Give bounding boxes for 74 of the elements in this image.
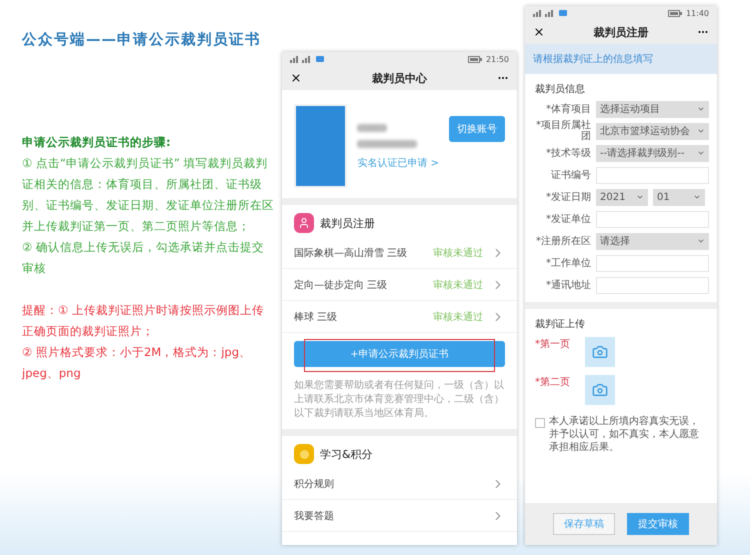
select-field[interactable]: 01	[653, 188, 705, 206]
field-label: *发证单位	[545, 214, 591, 224]
battery-icon	[668, 10, 682, 16]
section-title: 学习&积分	[320, 446, 373, 462]
battery-icon	[468, 56, 482, 62]
reminder-text: 提醒：① 上传裁判证照片时请按照示例图上传正确页面的裁判证照片；	[22, 302, 265, 340]
page-title: 裁判员中心	[372, 70, 427, 86]
switch-account-button[interactable]: 切换账号	[449, 116, 505, 142]
upload-label: *第一页	[535, 338, 571, 352]
help-note: 如果您需要帮助或者有任何疑问，一级（含）以上请联系北京市体育竞赛管理中心，二级（含）以下裁判请联系当地区体育局。	[293, 378, 505, 421]
blurred-name	[357, 124, 388, 132]
step-text: ① 点击“申请公示裁判员证书” 填写裁判员裁判证相关的信息：体育项目、所属社团、证书级别、证书编号、发证日期、发证单位注册所在区并上传裁判证第一页、第二页照片等信息；	[22, 155, 274, 235]
status-time: 11:40	[686, 8, 709, 18]
chevron-down-icon	[697, 149, 705, 157]
review-status: 审核未通过	[433, 278, 483, 292]
input-field[interactable]	[596, 210, 709, 228]
select-field[interactable]: 选择运动项目	[596, 100, 709, 118]
field-label: 证书编号	[550, 170, 591, 180]
menu-row[interactable]: 积分规则	[282, 468, 517, 500]
step-text: ② 确认信息上传无误后，勾选承诺并点击提交审核	[22, 239, 265, 277]
sport-level: 定向—徒步定向 三级	[294, 278, 388, 292]
info-banner: 请根据裁判证上的信息填写	[525, 44, 717, 74]
select-field[interactable]: --请选择裁判级别--	[596, 144, 709, 162]
checkbox[interactable]	[535, 418, 545, 428]
close-icon[interactable]	[533, 26, 545, 38]
section-title: 裁判证上传	[534, 318, 586, 332]
upload-label: *第二页	[535, 376, 571, 390]
field-label: *项目所属社团	[535, 120, 591, 142]
verification-link[interactable]: 实名认证已申请 >	[357, 156, 439, 170]
signal-icon	[533, 9, 567, 17]
review-status: 审核未通过	[433, 310, 483, 324]
select-field[interactable]: 北京市篮球运动协会	[596, 122, 709, 140]
field-label: *发证日期	[545, 192, 591, 202]
select-field[interactable]: 请选择	[596, 232, 709, 250]
apply-button[interactable]: +申请公示裁判员证书	[294, 341, 505, 367]
reminder-text: ② 照片格式要求：小于2M，格式为：jpg、jpeg、png	[22, 344, 252, 382]
chevron-down-icon	[697, 105, 705, 113]
person-icon	[294, 213, 314, 233]
registration-row[interactable]: 棒球 三级 审核未通过	[282, 301, 517, 333]
pledge-text: 本人承诺以上所填内容真实无误，并予以认可，如不真实，本人愿意承担相应后果。	[549, 415, 700, 454]
registration-row[interactable]: 定向—徒步定向 三级 审核未通过	[282, 269, 517, 301]
field-label: *通讯地址	[545, 280, 591, 290]
slide-title: 公众号端——申请公示裁判员证书	[22, 30, 261, 50]
review-status: 审核未通过	[433, 246, 483, 260]
page-title: 裁判员注册	[594, 24, 648, 40]
select-field[interactable]: 2021	[596, 188, 648, 206]
registration-row[interactable]: 国际象棋—高山滑雪 三级 审核未通过	[282, 237, 517, 269]
menu-label: 我要答题	[294, 510, 335, 522]
field-label: *体育项目	[545, 104, 591, 114]
input-field[interactable]	[596, 166, 709, 184]
field-label: *技术等级	[545, 148, 591, 158]
chevron-down-icon	[697, 237, 705, 245]
menu-label: 积分规则	[294, 478, 335, 490]
status-time: 21:50	[486, 54, 509, 64]
input-field[interactable]	[596, 254, 709, 272]
chevron-down-icon	[693, 193, 701, 201]
submit-button[interactable]: 提交审核	[627, 513, 689, 535]
section-title: 裁判员信息	[534, 82, 586, 97]
input-field[interactable]	[596, 276, 709, 294]
steps-heading: 申请公示裁判员证书的步骤:	[22, 134, 172, 151]
signal-icon	[290, 55, 324, 63]
coin-icon	[294, 444, 314, 464]
sport-level: 国际象棋—高山滑雪 三级	[294, 246, 408, 260]
camera-icon[interactable]	[585, 337, 615, 367]
blurred-id	[357, 140, 418, 148]
menu-row[interactable]: 我要答题	[282, 500, 517, 532]
close-icon[interactable]	[290, 72, 302, 84]
chevron-down-icon	[636, 193, 644, 201]
field-label: *注册所在区	[535, 236, 591, 246]
section-title: 裁判员注册	[320, 216, 375, 230]
sport-level: 棒球 三级	[294, 310, 338, 324]
field-label: *工作单位	[545, 258, 591, 268]
camera-icon[interactable]	[585, 375, 615, 405]
chevron-down-icon	[697, 127, 705, 135]
